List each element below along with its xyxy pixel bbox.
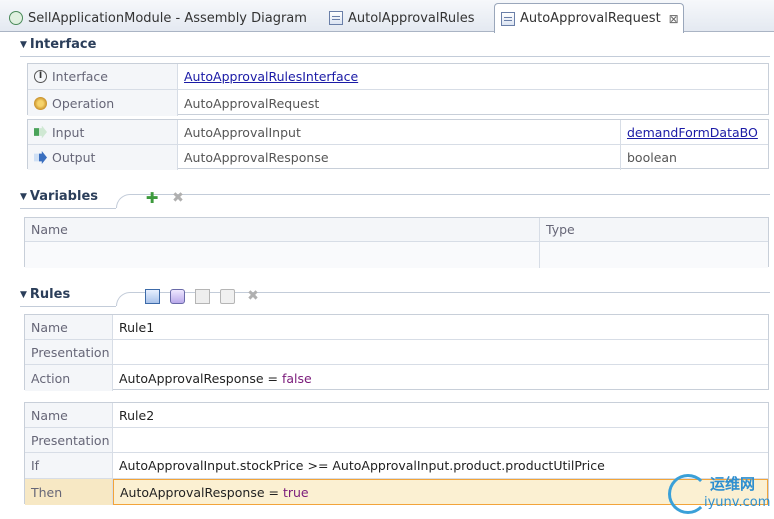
collapse-arrow-icon[interactable]: ▼ — [20, 290, 27, 300]
tab-label: AutoApprovalRequest — [520, 11, 661, 26]
rule-presentation-value[interactable] — [113, 428, 768, 452]
delete-rule-icon[interactable]: ✖ — [246, 289, 260, 303]
rule-action-row: Action AutoApprovalResponse = false — [25, 365, 768, 391]
move-rule-icon[interactable] — [195, 289, 210, 304]
variables-section-header[interactable]: ▼ Variables — [20, 189, 98, 204]
io-table: Input AutoApprovalInput demandFormDataBO… — [27, 119, 769, 170]
interface-table: I Interface AutoApprovalRulesInterface O… — [27, 63, 769, 116]
output-value: AutoApprovalResponse — [184, 150, 329, 165]
operation-icon — [34, 96, 47, 110]
interface-value-cell: AutoApprovalRulesInterface — [178, 64, 768, 89]
rule-name-value[interactable]: Rule2 — [113, 403, 768, 427]
watermark-text-bottom: iyunv.com — [704, 495, 771, 510]
close-icon[interactable]: ⊠ — [669, 12, 679, 26]
section-divider-curve — [116, 292, 142, 306]
section-title: Rules — [29, 287, 71, 302]
operation-value: AutoApprovalRequest — [184, 95, 320, 111]
rule1-table: Name Rule1 Presentation Action AutoAppro… — [24, 314, 769, 391]
add-rule-icon[interactable] — [145, 289, 160, 304]
variables-empty-row — [25, 242, 768, 268]
rule-name-value[interactable]: Rule1 — [113, 315, 768, 339]
interface-icon: I — [34, 70, 47, 83]
keyword-value: true — [282, 484, 309, 500]
variables-header-row: Name Type — [25, 218, 768, 242]
rule-if-row: If AutoApprovalInput.stockPrice >= AutoA… — [25, 453, 768, 479]
input-type-cell: demandFormDataBO — [620, 120, 768, 144]
rule-presentation-value[interactable] — [113, 340, 768, 364]
add-variable-icon[interactable]: ✚ — [145, 191, 159, 206]
section-title: Interface — [29, 37, 97, 52]
collapse-arrow-icon[interactable]: ▼ — [20, 192, 27, 202]
operation-label: Operation — [28, 90, 178, 116]
section-divider — [20, 306, 116, 307]
output-row: Output AutoApprovalResponse boolean — [28, 145, 768, 170]
rule-group-icon — [329, 11, 343, 25]
watermark-text-top: 运维网 — [710, 475, 756, 493]
tab-auto-approval-request[interactable]: AutoApprovalRequest ⊠ — [494, 3, 684, 33]
empty-cell — [539, 242, 768, 268]
if-label: If — [25, 453, 113, 478]
rule-presentation-row: Presentation — [25, 340, 768, 365]
rules-section-header[interactable]: ▼ Rules — [20, 287, 70, 302]
delete-variable-icon[interactable]: ✖ — [171, 191, 185, 205]
rule2-table: Name Rule2 Presentation If AutoApprovalI… — [24, 402, 769, 505]
column-header-name[interactable]: Name — [25, 218, 539, 241]
tab-autol-approval-rules[interactable]: AutolApprovalRules — [322, 3, 492, 32]
output-label: Output — [28, 145, 178, 170]
input-type-link[interactable]: demandFormDataBO — [627, 125, 758, 140]
tab-label: AutolApprovalRules — [348, 10, 475, 26]
input-row: Input AutoApprovalInput demandFormDataBO — [28, 120, 768, 145]
tab-assembly-diagram[interactable]: SellApplicationModule - Assembly Diagram — [2, 3, 318, 32]
name-label: Name — [25, 315, 113, 339]
edit-rule-icon[interactable] — [220, 289, 235, 304]
watermark-ring-icon — [668, 474, 708, 514]
rule-group-icon — [501, 11, 515, 26]
rule-then-row: Then AutoApprovalResponse = true — [25, 479, 768, 505]
presentation-label: Presentation — [25, 428, 113, 452]
presentation-label: Presentation — [25, 340, 113, 364]
collapse-arrow-icon[interactable]: ▼ — [20, 40, 27, 50]
column-header-type[interactable]: Type — [539, 218, 768, 241]
section-divider — [20, 208, 116, 209]
section-divider-curve — [116, 194, 142, 208]
section-divider — [140, 194, 770, 195]
interface-section-header[interactable]: ▼ Interface — [20, 37, 96, 52]
empty-cell — [25, 242, 539, 268]
input-value: AutoApprovalInput — [184, 124, 301, 140]
output-type: boolean — [620, 145, 768, 170]
operation-row: Operation AutoApprovalRequest — [28, 90, 768, 116]
rule-name-row: Name Rule1 — [25, 315, 768, 340]
name-label: Name — [25, 403, 113, 427]
input-icon — [34, 125, 47, 139]
watermark-logo: 运维网 iyunv.com — [668, 471, 770, 517]
section-title: Variables — [29, 189, 99, 204]
add-template-rule-icon[interactable] — [170, 289, 185, 304]
input-label: Input — [28, 120, 178, 144]
variables-table: Name Type — [24, 217, 769, 268]
assembly-diagram-icon — [9, 11, 23, 25]
interface-link[interactable]: AutoApprovalRulesInterface — [184, 69, 358, 84]
editor-tab-bar: SellApplicationModule - Assembly Diagram… — [0, 0, 774, 33]
interface-label: I Interface — [28, 64, 178, 89]
interface-row: I Interface AutoApprovalRulesInterface — [28, 64, 768, 90]
action-label: Action — [25, 365, 113, 391]
then-label: Then — [25, 479, 113, 505]
section-divider — [20, 56, 770, 57]
rule-presentation-row: Presentation — [25, 428, 768, 453]
keyword-value: false — [281, 370, 312, 386]
tab-label: SellApplicationModule - Assembly Diagram — [28, 10, 307, 26]
rule-name-row: Name Rule2 — [25, 403, 768, 428]
output-icon — [34, 151, 47, 164]
rule-action-value[interactable]: AutoApprovalResponse = false — [113, 365, 768, 391]
